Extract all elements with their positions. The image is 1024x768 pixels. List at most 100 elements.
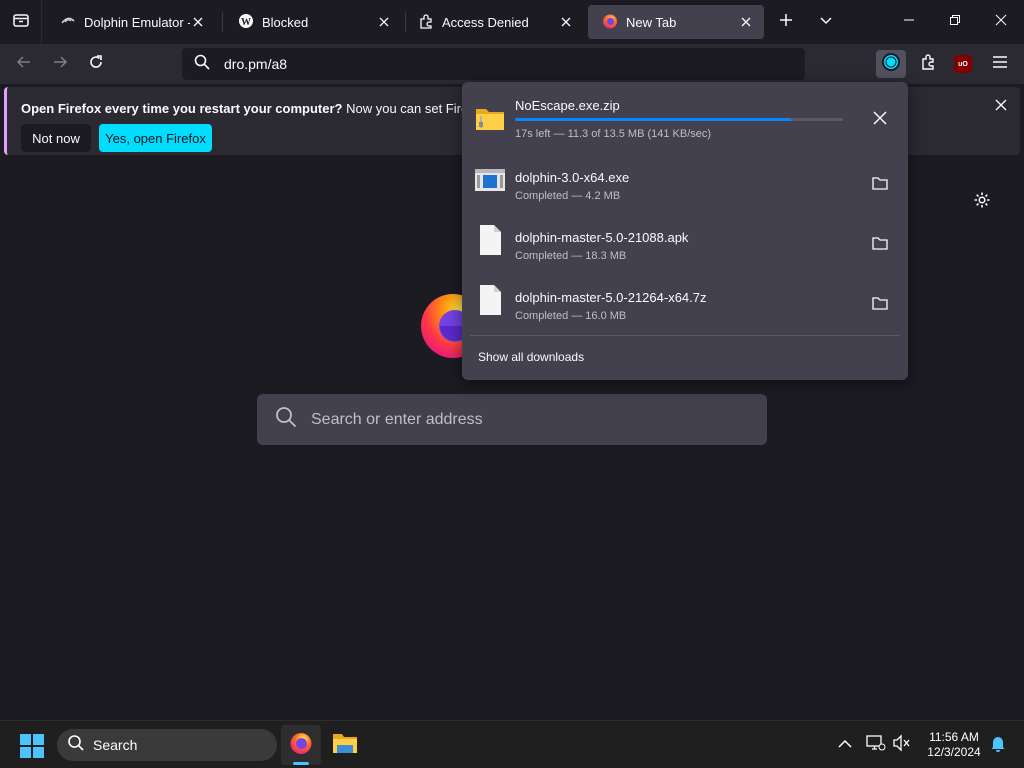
notifications-button[interactable] [986,733,1010,757]
tab-new-tab[interactable]: New Tab [588,5,764,39]
download-status: Completed — 18.3 MB [515,250,627,262]
chevron-down-icon [819,13,833,32]
start-button[interactable] [20,734,44,758]
tab-dolphin-emulator[interactable]: Dolphin Emulator - Rel [46,5,216,39]
notice-message: Open Firefox every time you restart your… [21,101,511,116]
folder-icon [872,176,888,195]
exe-file-icon [474,164,506,196]
cancel-download-button[interactable] [866,106,894,134]
minimize-icon [903,13,915,31]
download-item[interactable]: dolphin-master-5.0-21264-x64.7z Complete… [462,274,908,332]
plus-icon [779,13,793,32]
close-icon [995,13,1007,31]
firefox-icon [289,731,313,760]
clock-time: 11:56 AM [929,730,979,744]
reload-button[interactable] [82,50,110,78]
ublock-origin-button[interactable]: uO [948,50,978,78]
minimize-button[interactable] [886,0,932,44]
divider [470,335,900,336]
tab-list-icon [12,11,30,34]
folder-icon [872,296,888,315]
notice-bold-text: Open Firefox every time you restart your… [21,101,343,116]
file-icon [474,284,506,316]
url-bar[interactable]: dro.pm/a8 [182,48,805,80]
network-disconnected-icon [866,734,886,757]
download-filename: dolphin-master-5.0-21088.apk [515,230,689,245]
open-firefox-button[interactable]: Yes, open Firefox [99,124,212,152]
gear-icon [973,191,991,214]
tab-access-denied[interactable]: Access Denied [404,5,584,39]
list-all-tabs-button[interactable] [812,8,840,36]
close-icon [995,98,1007,116]
download-status: Completed — 4.2 MB [515,190,621,202]
close-tab-icon[interactable] [558,14,574,30]
tab-title: Blocked [262,14,309,30]
puzzle-piece-icon [418,13,434,32]
newtab-search-box[interactable]: Search or enter address [257,394,767,445]
hamburger-menu-icon [992,55,1008,74]
download-item[interactable]: dolphin-master-5.0-21088.apk Completed —… [462,214,908,272]
reload-icon [88,54,104,75]
puzzle-piece-icon [920,53,938,76]
tab-title: Dolphin Emulator - Rel [84,14,190,30]
taskbar-search[interactable]: Search [57,729,277,761]
show-in-folder-button[interactable] [866,291,894,319]
download-item[interactable]: NoEscape.exe.zip 17s left — 11.3 of 13.5… [462,92,908,150]
close-icon [873,110,887,130]
file-explorer-icon [332,731,358,760]
dolphin-icon [60,13,76,32]
taskbar-search-label: Search [93,737,138,753]
taskbar-file-explorer[interactable] [325,725,365,765]
show-in-folder-button[interactable] [866,171,894,199]
taskbar-firefox[interactable] [281,725,321,765]
folder-icon [872,236,888,255]
taskbar: Search 11:56 AM 12/3/2024 [0,720,1024,768]
close-tab-icon[interactable] [738,14,754,30]
clock-date: 12/3/2024 [927,745,981,759]
forward-arrow-icon [52,54,68,75]
show-all-downloads-link[interactable]: Show all downloads [478,350,584,364]
close-tab-icon[interactable] [190,14,206,30]
search-placeholder: Search or enter address [311,410,483,428]
extensions-button[interactable] [914,50,944,78]
new-tab-button[interactable] [772,8,800,36]
tab-list-button[interactable] [0,0,42,44]
tab-title: New Tab [626,14,677,30]
taskbar-clock[interactable]: 11:56 AM 12/3/2024 [916,730,992,760]
nav-toolbar: dro.pm/a8 uO [0,44,1024,84]
show-in-folder-button[interactable] [866,231,894,259]
personalize-button[interactable] [970,190,994,214]
show-hidden-icons-button[interactable] [833,733,857,757]
volume-button[interactable] [890,733,914,757]
download-progress-bar [515,118,843,121]
tab-blocked[interactable]: W Blocked [224,5,402,39]
downloads-button[interactable] [876,50,906,78]
chevron-up-icon [838,736,852,754]
app-menu-button[interactable] [985,50,1015,78]
network-button[interactable] [864,733,888,757]
back-button[interactable] [10,50,38,78]
active-indicator [293,762,309,765]
forward-button[interactable] [46,50,74,78]
back-arrow-icon [16,54,32,75]
download-item[interactable]: dolphin-3.0-x64.exe Completed — 4.2 MB [462,154,908,212]
download-filename: dolphin-master-5.0-21264-x64.7z [515,290,707,305]
url-text[interactable]: dro.pm/a8 [224,56,287,72]
close-window-button[interactable] [978,0,1024,44]
speaker-muted-icon [892,733,912,757]
search-icon [194,54,210,75]
download-filename: NoEscape.exe.zip [515,98,620,113]
search-icon [67,734,85,757]
ublock-shield-icon: uO [954,55,972,73]
not-now-button[interactable]: Not now [21,124,91,152]
close-tab-icon[interactable] [376,14,392,30]
notice-close-button[interactable] [989,95,1013,119]
restore-button[interactable] [932,0,978,44]
tab-strip: Dolphin Emulator - Rel W Blocked Access … [0,0,1024,44]
tab-title: Access Denied [442,14,529,30]
download-status: Completed — 16.0 MB [515,310,627,322]
download-filename: dolphin-3.0-x64.exe [515,170,630,185]
search-icon [275,406,297,433]
download-progress-fill [515,118,791,121]
zip-folder-icon [474,102,506,134]
